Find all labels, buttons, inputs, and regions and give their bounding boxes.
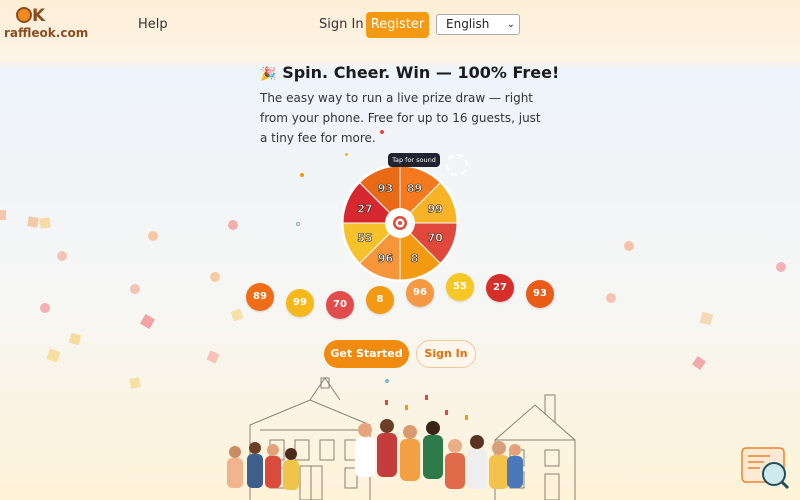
confetti-piece: [68, 332, 82, 346]
confetti-piece: [345, 153, 348, 156]
confetti-piece: [27, 216, 39, 228]
wheel-segment-label: 89: [407, 182, 422, 195]
wheel-graphic: 89 99 70 8 96 55 27 93: [341, 164, 459, 282]
confetti-piece: [129, 377, 141, 389]
logo-text: raffleok.com: [4, 26, 89, 40]
confetti-piece: [46, 348, 61, 363]
number-chip: 55: [446, 273, 474, 301]
wheel-segment-label: 8: [411, 252, 419, 265]
confetti-piece: [130, 284, 140, 294]
search-help-icon: [741, 447, 790, 490]
wheel-segment-label: 27: [357, 202, 372, 215]
confetti-piece: [300, 173, 304, 177]
number-chip: 8: [366, 286, 394, 314]
target-icon: [398, 221, 402, 225]
confetti-piece: [57, 251, 67, 261]
number-chip: 99: [286, 289, 314, 317]
wheel-segment-label: 99: [427, 202, 442, 215]
confetti-piece: [624, 241, 634, 251]
hero-title-text: Spin. Cheer. Win — 100% Free!: [282, 63, 560, 82]
nav-signin-link[interactable]: Sign In: [319, 17, 364, 32]
confetti-piece: [139, 313, 156, 330]
confetti-piece: [230, 308, 244, 322]
confetti-piece: [699, 311, 714, 326]
number-chip: 93: [526, 280, 554, 308]
site-header: K raffleok.com Help Sign In Register Eng…: [0, 0, 800, 52]
wheel-segment-label: 96: [378, 252, 394, 265]
register-button[interactable]: Register: [366, 12, 429, 38]
number-chip: 27: [486, 274, 514, 302]
sound-tooltip: Tap for sound: [388, 153, 440, 167]
chevron-down-icon: ⌄: [506, 19, 515, 30]
confetti-piece: [776, 262, 786, 272]
crowd-illustration: [227, 377, 576, 500]
confetti-piece: [296, 222, 300, 226]
nav-help-link[interactable]: Help: [138, 17, 168, 32]
confetti-piece: [228, 220, 238, 230]
number-chip: 70: [326, 291, 354, 319]
hero-subtitle: The easy way to run a live prize draw — …: [260, 91, 541, 145]
sign-in-button[interactable]: Sign In: [416, 340, 476, 368]
wheel-segment-label: 93: [378, 182, 393, 195]
language-select[interactable]: English ⌄: [436, 14, 520, 35]
confetti-piece: [606, 293, 616, 303]
number-chip: 96: [406, 279, 434, 307]
wheel-segment-label: 70: [427, 232, 443, 245]
confetti-piece: [40, 303, 50, 313]
number-chip: 89: [246, 283, 274, 311]
confetti-piece: [692, 356, 706, 370]
confetti-piece: [39, 217, 51, 229]
site-logo[interactable]: K raffleok.com: [4, 6, 88, 46]
confetti-piece: [206, 350, 220, 364]
confetti-piece: [148, 231, 158, 241]
prize-wheel[interactable]: 89 99 70 8 96 55 27 93: [340, 163, 460, 283]
help-widget[interactable]: [740, 446, 792, 490]
confetti-piece: [0, 210, 6, 220]
language-value: English: [446, 17, 490, 31]
confetti-piece: [210, 272, 220, 282]
party-popper-icon: 🎉: [260, 67, 277, 82]
logo-mark: K: [16, 6, 45, 26]
get-started-button[interactable]: Get Started: [324, 340, 409, 368]
sound-toggle-icon[interactable]: [446, 154, 468, 176]
wheel-segment-label: 55: [357, 232, 372, 245]
hero-title: 🎉 Spin. Cheer. Win — 100% Free!: [260, 63, 559, 82]
